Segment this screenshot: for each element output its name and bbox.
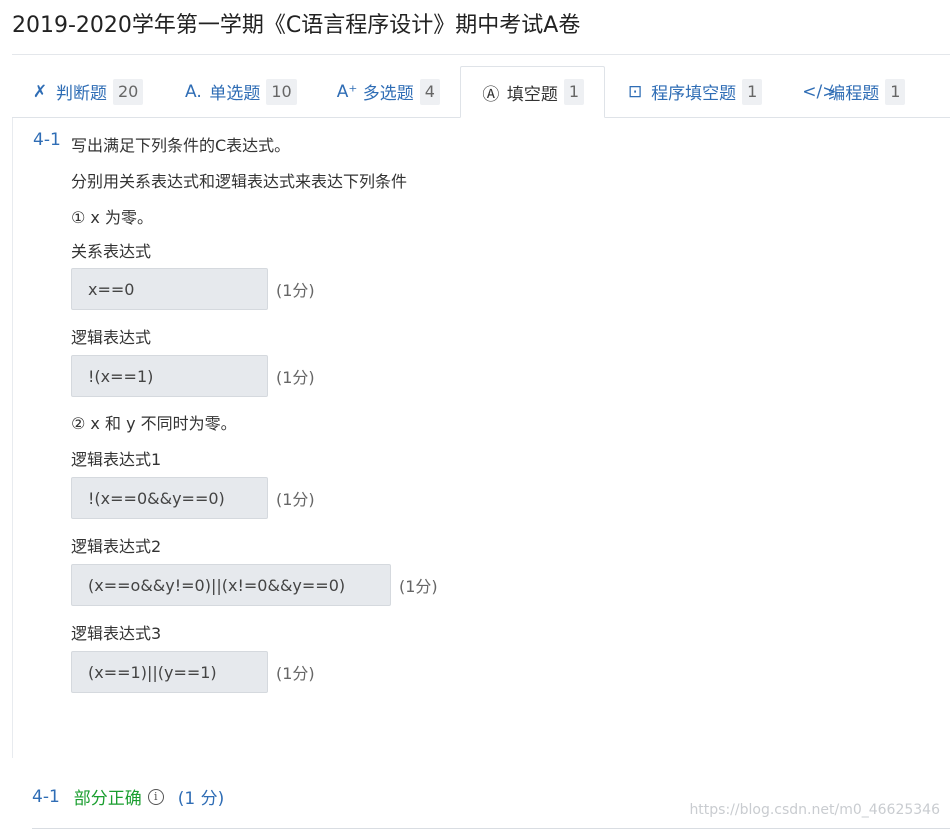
tab-multiple-choice[interactable]: A⁺ 多选题 4 bbox=[317, 66, 460, 117]
tab-single-choice[interactable]: A. 单选题 10 bbox=[163, 66, 316, 117]
result-number: 4-1 bbox=[32, 786, 60, 807]
question-title: 写出满足下列条件的C表达式。 bbox=[71, 136, 291, 155]
question-intro: 分别用关系表达式和逻辑表达式来表达下列条件 bbox=[71, 172, 408, 191]
score-label: (1分) bbox=[276, 664, 315, 683]
tab-label: 编程题 bbox=[828, 84, 880, 104]
label-relational: 关系表达式 bbox=[71, 242, 152, 261]
tab-programming[interactable]: </> 编程题 1 bbox=[782, 66, 925, 117]
answer-field-1[interactable]: x==0 bbox=[71, 268, 268, 310]
tab-count: 20 bbox=[113, 78, 144, 105]
score-label: (1分) bbox=[276, 281, 315, 300]
condition-1: ① x 为零。 bbox=[71, 208, 153, 227]
score-label: (1分) bbox=[276, 490, 315, 509]
tab-count: 1 bbox=[742, 78, 763, 105]
tab-count: 10 bbox=[266, 78, 297, 105]
result-status: 部分正确 bbox=[73, 789, 142, 809]
info-icon[interactable]: i bbox=[147, 788, 164, 805]
answer-row-4: (x==o&&y!=0)||(x!=0&&y==0) (1分) bbox=[71, 564, 438, 606]
answer-field-2[interactable]: !(x==1) bbox=[71, 355, 268, 397]
watermark: https://blog.csdn.net/m0_46625346 bbox=[689, 802, 940, 818]
label-logical-2: 逻辑表达式2 bbox=[71, 537, 162, 556]
tab-count: 1 bbox=[885, 78, 906, 105]
tab-label: 程序填空题 bbox=[651, 84, 737, 104]
tab-label: 判断题 bbox=[56, 84, 107, 104]
answer-row-5: (x==1)||(y==1) (1分) bbox=[71, 651, 315, 693]
label-logical-1: 逻辑表达式1 bbox=[71, 450, 162, 469]
tab-count: 1 bbox=[563, 79, 585, 105]
score-label: (1分) bbox=[399, 577, 438, 596]
page-title: 2019-2020学年第一学期《C语言程序设计》期中考试A卷 bbox=[12, 13, 581, 38]
multiple-choice-icon: A⁺ bbox=[336, 81, 358, 102]
answer-field-5[interactable]: (x==1)||(y==1) bbox=[71, 651, 268, 693]
answer-field-3[interactable]: !(x==0&&y==0) bbox=[71, 477, 268, 519]
condition-2: ② x 和 y 不同时为零。 bbox=[71, 414, 237, 433]
answer-row-3: !(x==0&&y==0) (1分) bbox=[71, 477, 315, 519]
score-label: (1分) bbox=[276, 368, 315, 387]
true-false-icon: ✗ bbox=[32, 81, 48, 102]
single-choice-icon: A. bbox=[184, 81, 202, 102]
answer-field-4[interactable]: (x==o&&y!=0)||(x!=0&&y==0) bbox=[71, 564, 391, 606]
tab-fill-blank[interactable]: Ⓐ 填空题 1 bbox=[459, 66, 606, 118]
code-icon: </> bbox=[802, 81, 837, 102]
answer-row-2: !(x==1) (1分) bbox=[71, 355, 315, 397]
tab-label: 多选题 bbox=[362, 84, 414, 104]
label-logical: 逻辑表达式 bbox=[71, 328, 152, 347]
result-score: (1 分) bbox=[177, 789, 225, 809]
tab-program-fill[interactable]: ⊡ 程序填空题 1 bbox=[605, 66, 782, 117]
question-type-tabs: ✗ 判断题 20 A. 单选题 10 A⁺ 多选题 4 Ⓐ 填空题 1 ⊡ 程序… bbox=[12, 66, 950, 118]
tab-true-false[interactable]: ✗ 判断题 20 bbox=[12, 66, 163, 117]
bottom-divider bbox=[32, 828, 950, 829]
question-panel: 4-1 写出满足下列条件的C表达式。 分别用关系表达式和逻辑表达式来表达下列条件… bbox=[12, 118, 950, 758]
result-summary: 4-1 部分正确 i (1 分) bbox=[32, 784, 225, 810]
program-fill-icon: ⊡ bbox=[627, 81, 643, 102]
question-number: 4-1 bbox=[33, 130, 61, 150]
answer-row-1: x==0 (1分) bbox=[71, 268, 315, 310]
title-divider bbox=[12, 54, 950, 55]
label-logical-3: 逻辑表达式3 bbox=[71, 624, 162, 643]
tab-count: 4 bbox=[419, 78, 440, 105]
tab-label: 填空题 bbox=[506, 84, 558, 105]
fill-blank-icon: Ⓐ bbox=[482, 84, 500, 105]
tab-label: 单选题 bbox=[209, 84, 261, 104]
